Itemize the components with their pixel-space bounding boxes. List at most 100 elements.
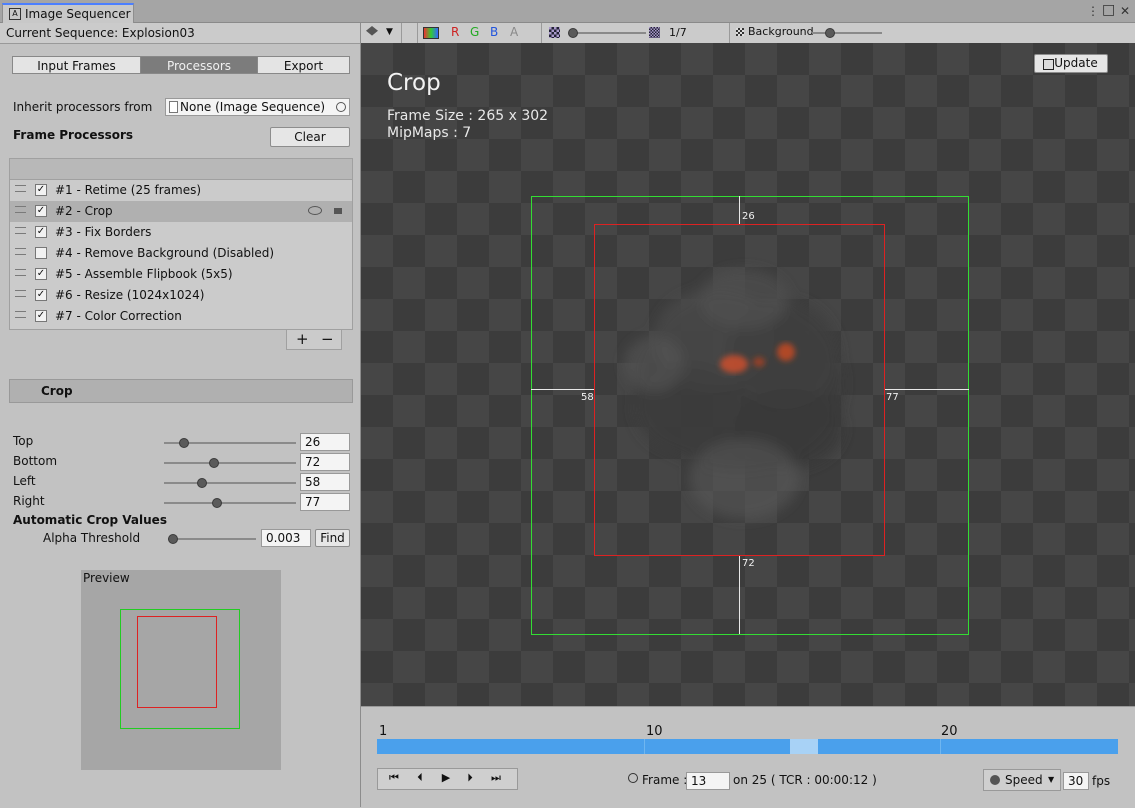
frame-info-text: on 25 ( TCR : 00:00:12 )	[733, 773, 877, 787]
crop-param-input[interactable]: 72	[300, 453, 350, 471]
viewport-toolbar: ▼ R G B A 1/7 Background	[361, 23, 1135, 44]
prev-frame-icon[interactable]: ⏴	[408, 770, 432, 788]
crop-param-slider-track[interactable]	[164, 482, 296, 484]
speed-dropdown-icon: ▼	[1048, 775, 1055, 784]
inherit-object-field[interactable]: None (Image Sequence)	[165, 98, 350, 116]
processor-enabled-checkbox[interactable]: ✓	[35, 205, 47, 217]
crop-param-slider-knob[interactable]	[209, 458, 219, 468]
crop-param-slider-track[interactable]	[164, 462, 296, 464]
maximize-icon[interactable]: □	[1102, 2, 1115, 18]
processor-row[interactable]: ✓ #1 - Retime (25 frames)	[10, 180, 352, 201]
layers-icon[interactable]	[366, 26, 378, 36]
tab-export[interactable]: Export	[257, 56, 350, 74]
processor-row[interactable]: ✓ #2 - Crop	[10, 201, 352, 222]
window-titlebar	[0, 0, 1135, 23]
frame-size-text: Frame Size : 265 x 302	[387, 108, 549, 124]
timeline-marker-10: 10	[646, 724, 663, 739]
remove-processor-icon[interactable]: −	[321, 330, 334, 348]
speed-dropdown[interactable]: Speed ▼	[983, 769, 1061, 791]
background-icon	[736, 28, 744, 36]
mip-slider-knob[interactable]	[568, 28, 578, 38]
timeline-marker-1: 1	[379, 724, 388, 739]
channel-g-toggle[interactable]: G	[470, 25, 479, 39]
processor-enabled-checkbox[interactable]	[35, 247, 47, 259]
crop-param-slider-knob[interactable]	[179, 438, 189, 448]
crop-param-input[interactable]: 77	[300, 493, 350, 511]
object-picker-icon[interactable]	[336, 102, 346, 112]
crop-param-input[interactable]: 58	[300, 473, 350, 491]
drag-handle-icon[interactable]	[15, 269, 26, 276]
processor-label: #2 - Crop	[55, 204, 113, 218]
processor-enabled-checkbox[interactable]: ✓	[35, 268, 47, 280]
mip-slider-track[interactable]	[570, 32, 646, 34]
processor-enabled-checkbox[interactable]: ✓	[35, 226, 47, 238]
save-icon	[1043, 59, 1054, 70]
channel-a-toggle[interactable]: A	[510, 25, 518, 39]
lock-icon[interactable]	[334, 208, 342, 214]
crop-param-slider-track[interactable]	[164, 502, 296, 504]
drag-handle-icon[interactable]	[15, 206, 26, 213]
kebab-menu-icon[interactable]: ⋮	[1087, 4, 1099, 18]
drag-handle-icon[interactable]	[15, 311, 26, 318]
right-margin-line	[885, 389, 969, 390]
rgb-channels-icon[interactable]	[423, 27, 439, 39]
timeline-bar[interactable]	[377, 739, 1118, 754]
speed-icon	[990, 775, 1000, 785]
drag-handle-icon[interactable]	[15, 185, 26, 192]
drag-handle-icon[interactable]	[15, 290, 26, 297]
alpha-slider-knob[interactable]	[168, 534, 178, 544]
channel-r-toggle[interactable]: R	[451, 25, 459, 39]
processor-list: ✓ #1 - Retime (25 frames) ✓ #2 - Crop ✓ #3 - …	[9, 158, 353, 330]
mip-level-text: 1/7	[669, 26, 687, 39]
processor-row[interactable]: ✓ #5 - Assemble Flipbook (5x5)	[10, 264, 352, 285]
update-button[interactable]: Update	[1034, 54, 1108, 73]
drag-handle-icon[interactable]	[15, 248, 26, 255]
alpha-threshold-input[interactable]: 0.003	[261, 529, 311, 547]
visibility-eye-icon[interactable]	[308, 206, 322, 215]
timeline-panel: 1 10 20 ⏮ ⏴ ▶ ⏵ ⏭ Frame : 13 on 25 ( TCR…	[361, 706, 1135, 808]
last-frame-icon[interactable]: ⏭	[483, 770, 509, 788]
mipmaps-text: MipMaps : 7	[387, 125, 472, 141]
frame-input[interactable]: 13	[686, 772, 730, 790]
crop-section-header: Crop	[9, 379, 353, 403]
image-viewport[interactable]: Update Crop Frame Size : 265 x 302 MipMa…	[361, 43, 1135, 706]
processor-row[interactable]: #4 - Remove Background (Disabled)	[10, 243, 352, 264]
drag-handle-icon[interactable]	[15, 227, 26, 234]
processor-row[interactable]: ✓ #7 - Color Correction	[10, 306, 352, 327]
top-margin-line	[739, 196, 740, 224]
close-icon[interactable]: ✕	[1120, 4, 1130, 18]
timeline-playhead[interactable]	[790, 739, 818, 754]
crop-param-input[interactable]: 26	[300, 433, 350, 451]
processor-enabled-checkbox[interactable]: ✓	[35, 184, 47, 196]
list-footer: + −	[286, 330, 342, 350]
inherit-value: None (Image Sequence)	[180, 100, 326, 114]
play-icon[interactable]: ▶	[434, 770, 458, 788]
crop-param-slider-knob[interactable]	[212, 498, 222, 508]
alpha-slider-track[interactable]	[168, 538, 256, 540]
left-margin-line	[531, 389, 594, 390]
processor-label: #7 - Color Correction	[55, 309, 182, 323]
clear-button[interactable]: Clear	[270, 127, 350, 147]
frame-processors-label: Frame Processors	[13, 128, 134, 142]
fps-label: fps	[1092, 774, 1111, 788]
channel-b-toggle[interactable]: B	[490, 25, 498, 39]
sequence-bar: Current Sequence: Explosion03	[0, 23, 360, 44]
fps-input[interactable]: 30	[1063, 772, 1089, 790]
processor-row[interactable]: ✓ #3 - Fix Borders	[10, 222, 352, 243]
update-label: Update	[1054, 56, 1098, 70]
background-slider-knob[interactable]	[825, 28, 835, 38]
window-tab[interactable]: A Image Sequencer	[2, 3, 134, 23]
background-slider-track[interactable]	[812, 32, 882, 34]
add-processor-icon[interactable]: +	[296, 330, 309, 348]
speed-label: Speed	[1005, 773, 1043, 787]
processor-enabled-checkbox[interactable]: ✓	[35, 289, 47, 301]
crop-param-slider-knob[interactable]	[197, 478, 207, 488]
tab-processors[interactable]: Processors	[140, 56, 258, 74]
first-frame-icon[interactable]: ⏮	[381, 770, 407, 788]
layers-dropdown-icon[interactable]: ▼	[386, 27, 393, 37]
find-button[interactable]: Find	[315, 529, 350, 547]
next-frame-icon[interactable]: ⏵	[458, 770, 482, 788]
processor-row[interactable]: ✓ #6 - Resize (1024x1024)	[10, 285, 352, 306]
tab-input-frames[interactable]: Input Frames	[12, 56, 141, 74]
processor-enabled-checkbox[interactable]: ✓	[35, 310, 47, 322]
